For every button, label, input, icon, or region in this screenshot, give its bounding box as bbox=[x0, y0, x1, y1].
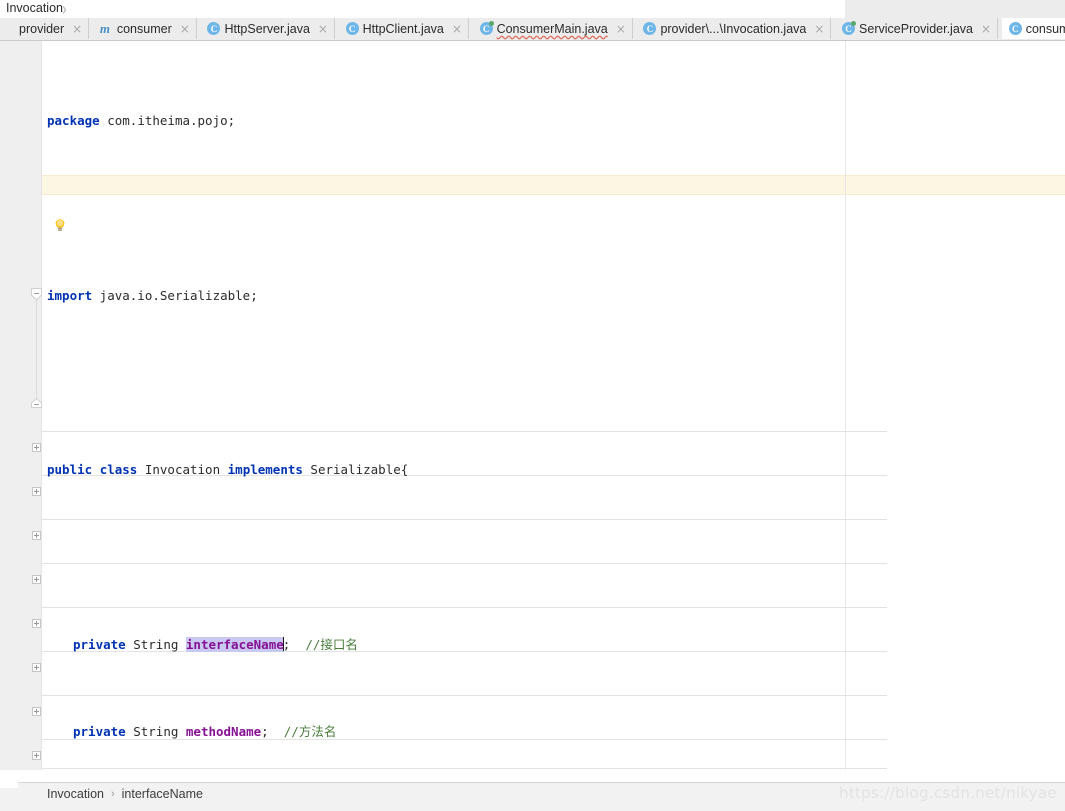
intellij-idea-window: 黑马程序员 Invocation › provider × m consumer… bbox=[0, 0, 1065, 811]
watermark-bottom: https://blog.csdn.net/nikyae bbox=[839, 784, 1057, 802]
close-icon[interactable]: × bbox=[180, 23, 190, 35]
breadcrumb-member[interactable]: interfaceName bbox=[122, 787, 203, 801]
token-class-name: Invocation bbox=[137, 462, 228, 478]
code-editor[interactable]: package com.itheima.pojo; import java.io… bbox=[0, 40, 1065, 782]
token-keyword: package bbox=[47, 113, 100, 129]
breadcrumb[interactable]: Invocation › interfaceName bbox=[47, 787, 203, 801]
tab-consumer-invocation-java[interactable]: C consumer\...\Invocation.java × bbox=[1001, 18, 1065, 39]
maven-module-icon: m bbox=[99, 21, 110, 36]
java-class-icon: C bbox=[207, 22, 221, 35]
tab-label: HttpServer.java bbox=[224, 21, 310, 36]
tab-label: ConsumerMain.java bbox=[496, 21, 608, 36]
token-comment: //接口名 bbox=[305, 636, 358, 652]
breadcrumb-class[interactable]: Invocation bbox=[47, 787, 104, 801]
close-icon[interactable]: × bbox=[814, 23, 824, 35]
token-punct: ; bbox=[261, 723, 269, 739]
fold-expand-icon[interactable] bbox=[32, 707, 41, 716]
token-keyword: public bbox=[47, 462, 93, 478]
fold-expand-icon[interactable] bbox=[32, 619, 41, 628]
tab-label: provider bbox=[19, 21, 65, 36]
chevron-right-icon: › bbox=[62, 0, 67, 19]
close-icon[interactable]: × bbox=[72, 23, 82, 35]
fold-expand-icon[interactable] bbox=[32, 531, 41, 540]
tab-consumermain-java[interactable]: C ConsumerMain.java × bbox=[472, 18, 633, 39]
token-keyword: private bbox=[73, 636, 126, 652]
tab-label: provider\...\Invocation.java bbox=[660, 21, 807, 36]
top-breadcrumb-label[interactable]: Invocation bbox=[6, 1, 63, 15]
tab-httpclient-java[interactable]: C HttpClient.java × bbox=[338, 18, 469, 39]
token-interface-name: Serializable{ bbox=[302, 462, 409, 478]
code-line-field-methodname[interactable]: private String methodName; //方法名 bbox=[41, 721, 1065, 743]
code-line-import: import java.io.Serializable; bbox=[41, 285, 1065, 307]
tab-label: ServiceProvider.java bbox=[859, 21, 973, 36]
tab-label: consumer bbox=[116, 21, 172, 36]
close-icon[interactable]: × bbox=[452, 23, 462, 35]
close-icon[interactable]: × bbox=[318, 23, 328, 35]
tab-label: consumer\...\Invocation.java bbox=[1025, 21, 1065, 36]
tab-label: HttpClient.java bbox=[362, 21, 444, 36]
editor-bottom-filler bbox=[0, 770, 1065, 782]
tab-provider[interactable]: provider × bbox=[0, 18, 90, 39]
code-text[interactable]: package com.itheima.pojo; import java.io… bbox=[41, 40, 1065, 782]
statusbar-left-filler bbox=[0, 782, 18, 788]
token-import-name: java.io.Serializable; bbox=[92, 287, 258, 303]
tab-serviceprovider-java[interactable]: C ServiceProvider.java × bbox=[835, 18, 999, 39]
token-keyword: import bbox=[47, 287, 93, 303]
java-class-runnable-icon: C bbox=[842, 22, 856, 35]
token-comment: //方法名 bbox=[283, 723, 337, 739]
fold-expand-icon[interactable] bbox=[32, 487, 41, 496]
java-class-icon: C bbox=[1008, 22, 1022, 35]
token-field: methodName bbox=[185, 723, 262, 739]
token-package-name: com.itheima.pojo; bbox=[99, 113, 236, 129]
fold-region-line bbox=[36, 292, 37, 408]
token-keyword: class bbox=[99, 462, 138, 478]
chevron-right-icon: › bbox=[110, 788, 115, 800]
token-field-selected[interactable]: interfaceName bbox=[185, 636, 284, 652]
code-line-field-interfacename[interactable]: private String interfaceName; //接口名 bbox=[41, 634, 1065, 656]
topbar-right-filler bbox=[845, 0, 1065, 18]
java-class-runnable-icon: C bbox=[479, 22, 493, 35]
java-class-icon: C bbox=[345, 22, 359, 35]
tab-httpserver-java[interactable]: C HttpServer.java × bbox=[200, 18, 335, 39]
fold-expand-icon[interactable] bbox=[32, 663, 41, 672]
token-type: String bbox=[125, 636, 186, 652]
close-icon[interactable]: × bbox=[616, 23, 626, 35]
directory-icon bbox=[2, 22, 15, 35]
code-line-class-decl: public class Invocation implements Seria… bbox=[41, 459, 1065, 481]
fold-expand-icon[interactable] bbox=[32, 751, 41, 760]
editor-tab-bar[interactable]: provider × m consumer × C HttpServer.jav… bbox=[0, 18, 1065, 41]
top-breadcrumb-bar: Invocation › bbox=[0, 0, 1065, 19]
tab-consumer[interactable]: m consumer × bbox=[92, 18, 197, 39]
tab-provider-invocation-java[interactable]: C provider\...\Invocation.java × bbox=[636, 18, 832, 39]
code-line-package: package com.itheima.pojo; bbox=[41, 110, 1065, 132]
fold-expand-icon[interactable] bbox=[32, 575, 41, 584]
close-icon[interactable]: × bbox=[981, 23, 991, 35]
token-keyword: private bbox=[73, 723, 126, 739]
token-keyword: implements bbox=[227, 462, 303, 478]
fold-expand-icon[interactable] bbox=[32, 443, 41, 452]
java-class-icon: C bbox=[643, 22, 657, 35]
token-type: String bbox=[125, 723, 186, 739]
